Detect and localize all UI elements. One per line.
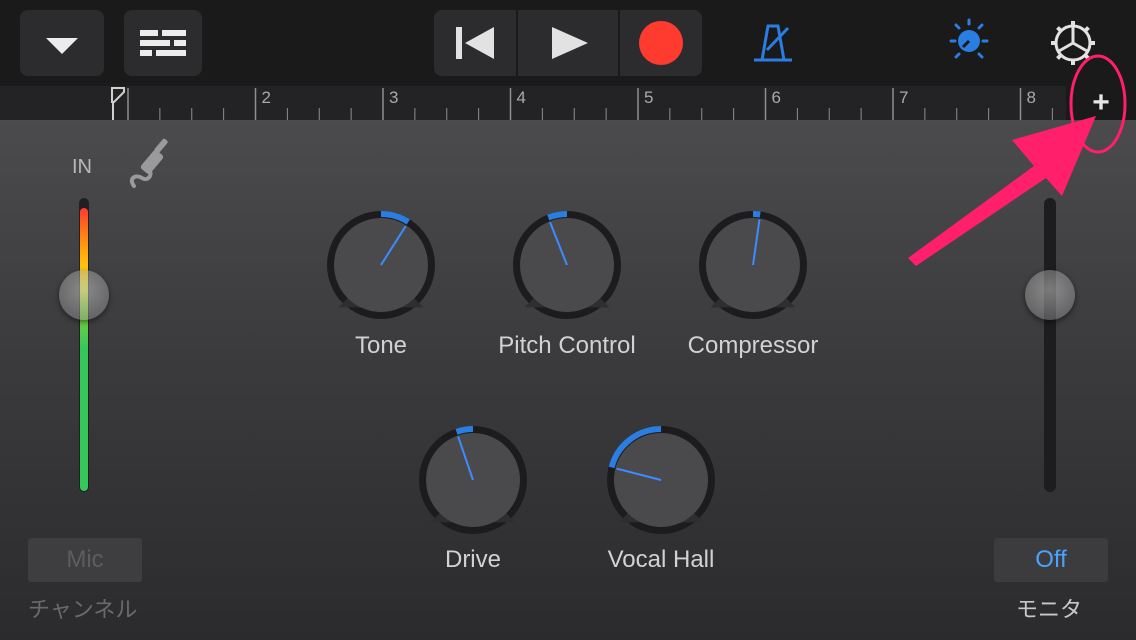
channel-caption: チャンネル (28, 597, 138, 622)
master-effects-button[interactable] (936, 10, 1002, 76)
bar-number: 6 (771, 88, 781, 107)
ruler-ticks (127, 88, 1053, 120)
tone-label: Tone (354, 332, 408, 359)
input-level-slider[interactable] (59, 270, 109, 321)
metronome-button[interactable] (740, 10, 806, 76)
input-level-meter (79, 198, 89, 492)
add-section-button[interactable]: + (1066, 86, 1136, 120)
bar-number: 4 (516, 88, 526, 107)
control-bar (0, 0, 1136, 86)
monitor-toggle-button[interactable]: Off (994, 538, 1108, 582)
tracks-view-icon (140, 30, 186, 56)
play-button[interactable] (518, 10, 618, 76)
record-button[interactable] (620, 10, 702, 76)
monitor-level-track (1044, 198, 1056, 492)
settings-button[interactable] (1040, 10, 1106, 76)
monitor-top-label: I (1064, 156, 1071, 176)
pitch-control-label: Pitch Control (498, 332, 636, 359)
skip-back-icon (456, 27, 494, 59)
record-icon (639, 21, 683, 65)
master-effects-icon (949, 18, 989, 59)
bar-number: 7 (899, 88, 909, 107)
input-label: IN (72, 156, 92, 178)
vocal-hall-label: Vocal Hall (607, 546, 715, 573)
rewind-button[interactable] (434, 10, 516, 76)
input-jack-icon (129, 138, 168, 188)
bar-number: 5 (644, 88, 654, 107)
play-icon (552, 27, 588, 59)
bar-number: 3 (389, 88, 399, 107)
timeline-ruler[interactable]: 2 3 4 5 6 7 8 (0, 86, 1136, 120)
tracks-view-button[interactable] (124, 10, 202, 76)
monitor-caption: モニタ (1016, 597, 1083, 622)
bar-number: 2 (261, 88, 271, 107)
gear-icon (1051, 21, 1095, 65)
input-level-meter-fill (80, 208, 88, 491)
metronome-icon (754, 24, 792, 62)
chevron-down-icon (46, 38, 78, 54)
menu-button[interactable] (20, 10, 104, 76)
input-settings-button[interactable] (124, 134, 174, 194)
channel-button[interactable]: Mic (28, 538, 142, 582)
compressor-label: Compressor (687, 332, 819, 359)
transport-controls (434, 10, 702, 76)
bar-number: 8 (1026, 88, 1036, 107)
monitor-level-slider[interactable] (1025, 270, 1075, 321)
drive-label: Drive (444, 546, 501, 573)
